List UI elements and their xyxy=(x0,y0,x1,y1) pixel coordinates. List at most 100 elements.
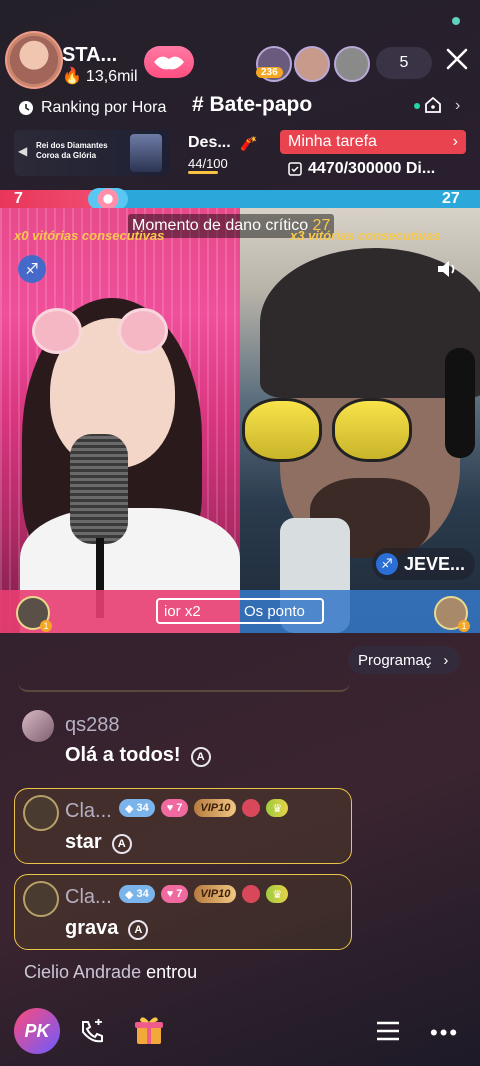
translate-icon[interactable]: A xyxy=(190,746,211,767)
chat-text: grava xyxy=(65,917,119,939)
vip-badge: VIP10 xyxy=(194,799,237,817)
close-icon[interactable] xyxy=(444,46,470,72)
sagittarius-icon: ♐ xyxy=(376,553,398,575)
chat-message-card: Cla... ◆ 34 ♥ 7 VIP10 ♛ grava A xyxy=(14,874,352,950)
pk-left-score: 7 xyxy=(14,190,23,207)
host-likes: 🔥 13,6mil xyxy=(62,66,138,86)
schedule-button[interactable]: Programaç › xyxy=(348,646,461,674)
pk-button[interactable]: PK xyxy=(14,1008,60,1054)
speaker-icon[interactable] xyxy=(436,259,460,279)
viewer-level-badge: 236 xyxy=(256,67,283,78)
fan-badge-icon xyxy=(242,885,261,903)
heart-badge: ♥ 7 xyxy=(160,885,189,903)
more-options-icon[interactable]: ••• xyxy=(430,1020,459,1046)
sunglasses-right xyxy=(332,398,412,462)
chat-text-row: star A xyxy=(65,831,132,854)
schedule-label: Programaç xyxy=(358,651,432,669)
chat-text-row: grava A xyxy=(65,917,149,940)
chevron-right-icon[interactable]: › xyxy=(455,97,460,115)
diamond-icon: ◆ xyxy=(125,802,134,815)
ranking-tab[interactable]: Ranking por Hora xyxy=(18,96,166,120)
task-button[interactable]: Minha tarefa › xyxy=(280,130,466,154)
heart-icon: ♥ xyxy=(166,802,174,814)
headphones xyxy=(445,348,475,458)
firework-icon: 🧨 xyxy=(240,135,258,151)
chat-tab[interactable]: # Bate-papo xyxy=(192,93,312,117)
checklist-icon xyxy=(288,162,302,176)
fan-badge-icon xyxy=(242,799,261,817)
flame-icon: 🔥 xyxy=(62,68,82,85)
follow-button[interactable] xyxy=(144,46,194,78)
crown-badge-icon: ♛ xyxy=(266,885,289,903)
avatar[interactable] xyxy=(23,881,59,917)
right-win-streak: x3 vitórias consecutivas xyxy=(290,228,441,243)
status-dot xyxy=(452,17,460,25)
chat-username[interactable]: Cla... xyxy=(65,800,112,823)
joined-username[interactable]: Cielio Andrade xyxy=(24,962,141,982)
join-notice: Cielio Andrade entrou xyxy=(24,962,197,983)
online-dot xyxy=(414,103,420,109)
des-progress: 44/100 xyxy=(188,156,228,171)
cat-ear-right xyxy=(118,308,168,354)
task-label: Minha tarefa xyxy=(288,133,377,150)
host-name[interactable]: STA... xyxy=(62,44,117,67)
host-likes-count: 13,6mil xyxy=(85,68,138,85)
chat-text: Olá a todos! xyxy=(65,744,181,766)
microphone xyxy=(70,434,128,544)
viewer-avatar-3[interactable] xyxy=(334,46,370,82)
level-badge: ◆ 34 xyxy=(119,885,155,903)
right-supporter-avatar[interactable]: 1 xyxy=(434,596,470,632)
banner-title: Rei dos Diamantes Coroa da Glória xyxy=(36,141,108,160)
pk-right-score: 27 xyxy=(442,190,460,207)
task-score-text: 4470/300000 Di... xyxy=(308,160,436,177)
cat-ear-left xyxy=(32,308,82,354)
call-icon[interactable] xyxy=(78,1018,106,1046)
ranking-label: Ranking por Hora xyxy=(41,99,167,116)
chat-username[interactable]: Cla... xyxy=(65,886,112,909)
viewer-count[interactable]: 5 xyxy=(376,47,432,79)
chat-text-row: Olá a todos! A xyxy=(65,744,211,767)
host-avatar[interactable] xyxy=(10,36,58,84)
avatar[interactable] xyxy=(22,710,54,742)
task-score: 4470/300000 Di... xyxy=(288,160,435,178)
sunglasses-left xyxy=(242,398,322,462)
badge-row: ◆ 34 ♥ 7 VIP10 ♛ xyxy=(119,799,289,817)
chevron-right-icon: › xyxy=(443,651,449,669)
opponent-name-chip[interactable]: ♐ JEVE... xyxy=(372,548,476,580)
lips-icon xyxy=(154,56,184,70)
home-icon[interactable] xyxy=(424,96,442,114)
des-progress-bar xyxy=(188,171,218,174)
menu-icon[interactable] xyxy=(376,1020,400,1042)
avatar[interactable] xyxy=(23,795,59,831)
opponent-name: JEVE... xyxy=(404,553,466,574)
level-badge: ◆ 34 xyxy=(119,799,155,817)
diamond-king-banner[interactable]: ◀ Rei dos Diamantes Coroa da Glória xyxy=(14,130,170,176)
message-frame xyxy=(18,674,350,692)
chevron-right-icon: › xyxy=(452,133,458,150)
des-label[interactable]: Des... xyxy=(188,134,231,152)
gift-icon[interactable] xyxy=(134,1014,164,1046)
chat-text: star xyxy=(65,831,102,853)
boost-label-a: ior x2 xyxy=(164,602,201,620)
boost-chip[interactable]: ior x2 Os ponto xyxy=(156,598,324,624)
chat-message-card: Cla... ◆ 34 ♥ 7 VIP10 ♛ star A xyxy=(14,788,352,864)
translate-icon[interactable]: A xyxy=(111,833,132,854)
joined-action: entrou xyxy=(146,962,198,982)
heart-badge: ♥ 7 xyxy=(160,799,189,817)
viewer-avatar-2[interactable] xyxy=(294,46,330,82)
badge-row: ◆ 34 ♥ 7 VIP10 ♛ xyxy=(119,885,289,903)
pk-divider-icon xyxy=(88,188,128,210)
crown-badge-icon: ♛ xyxy=(266,799,289,817)
diamond-icon: ◆ xyxy=(125,888,134,901)
chat-username[interactable]: qs288 xyxy=(65,714,120,737)
vip-badge: VIP10 xyxy=(194,885,237,903)
heart-icon: ♥ xyxy=(166,888,174,900)
trophy-icon xyxy=(130,134,162,172)
translate-icon[interactable]: A xyxy=(128,919,149,940)
chevron-left-icon[interactable]: ◀ xyxy=(18,144,27,158)
boost-label-b: Os ponto xyxy=(244,602,305,620)
left-win-streak: x0 vitórias consecutivas xyxy=(14,228,165,243)
clock-icon xyxy=(19,101,33,115)
left-supporter-avatar[interactable]: 1 xyxy=(16,596,52,632)
sagittarius-icon[interactable]: ♐ xyxy=(18,255,46,283)
